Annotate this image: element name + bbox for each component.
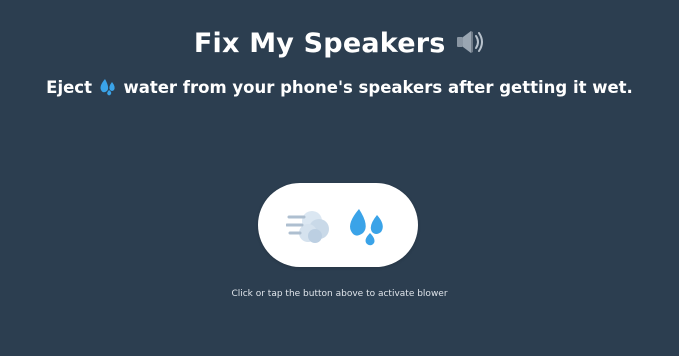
speaker-icon: [455, 29, 485, 62]
dashing-away-icon: [286, 211, 329, 243]
activate-blower-button[interactable]: [258, 183, 418, 267]
subtitle-text-after: water from your phone's speakers after g…: [123, 78, 633, 97]
page-subtitle: Eject water from your phone's speakers a…: [0, 78, 679, 100]
page-title-text: Fix My Speakers: [193, 28, 446, 59]
subtitle-text-before: Eject: [46, 78, 92, 97]
water-droplets-icon: [98, 78, 118, 100]
page: Fix My Speakers Eject water from your ph…: [0, 0, 679, 356]
page-title: Fix My Speakers: [0, 28, 679, 62]
activation-hint: Click or tap the button above to activat…: [231, 289, 448, 299]
water-droplets-icon: [350, 209, 383, 246]
